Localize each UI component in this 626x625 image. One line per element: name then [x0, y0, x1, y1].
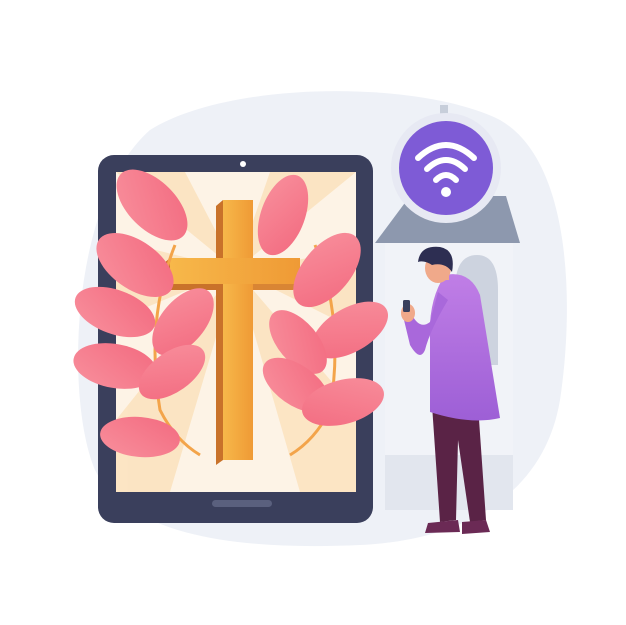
tablet-home-bar [212, 500, 272, 507]
online-worship-illustration [0, 0, 626, 625]
wifi-badge [391, 113, 501, 223]
tablet-camera [240, 161, 246, 167]
phone [403, 300, 410, 312]
